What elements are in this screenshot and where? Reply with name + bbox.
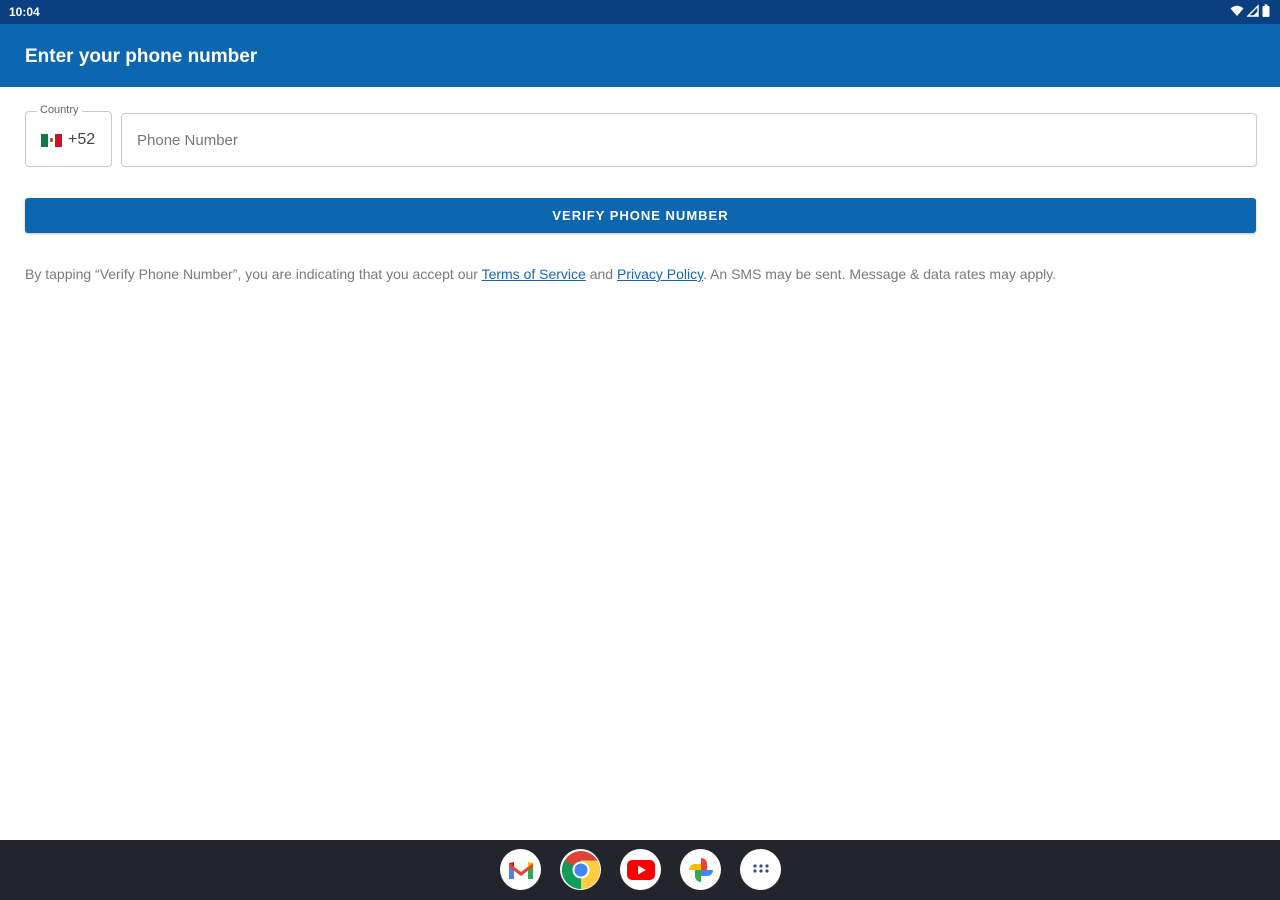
photos-app[interactable] — [680, 849, 721, 890]
gmail-app[interactable] — [500, 849, 541, 890]
youtube-icon — [626, 859, 655, 880]
status-time: 10:04 — [9, 5, 40, 19]
photos-icon — [688, 857, 713, 882]
mexico-flag-icon — [41, 134, 62, 147]
disclaimer-middle: and — [585, 266, 617, 282]
disclaimer-suffix: . An SMS may be sent. Message & data rat… — [703, 266, 1057, 282]
app-drawer-button[interactable] — [740, 849, 781, 890]
battery-icon — [1262, 4, 1270, 17]
privacy-policy-link[interactable]: Privacy Policy — [617, 266, 703, 282]
terms-disclaimer: By tapping “Verify Phone Number”, you ar… — [25, 266, 1265, 282]
youtube-app[interactable] — [620, 849, 661, 890]
app-dock — [0, 840, 1280, 900]
chrome-icon — [561, 850, 600, 889]
phone-number-input[interactable] — [121, 113, 1257, 167]
country-label: Country — [37, 104, 82, 116]
country-code: +52 — [68, 131, 96, 148]
cell-signal-icon — [1247, 4, 1259, 17]
app-bar: Enter your phone number — [0, 24, 1280, 87]
page-title: Enter your phone number — [25, 46, 258, 67]
terms-of-service-link[interactable]: Terms of Service — [482, 266, 586, 282]
dock-apps — [500, 849, 781, 890]
country-selector[interactable]: Country +52 — [25, 104, 112, 167]
status-icons — [1230, 4, 1270, 18]
chrome-app[interactable] — [560, 849, 601, 890]
wifi-icon — [1230, 5, 1244, 16]
gmail-icon — [508, 861, 533, 879]
verify-phone-button[interactable]: VERIFY PHONE NUMBER — [25, 198, 1256, 233]
disclaimer-prefix: By tapping “Verify Phone Number”, you ar… — [25, 266, 482, 282]
status-bar: 10:04 — [0, 0, 1280, 24]
app-drawer-icon — [752, 863, 769, 873]
